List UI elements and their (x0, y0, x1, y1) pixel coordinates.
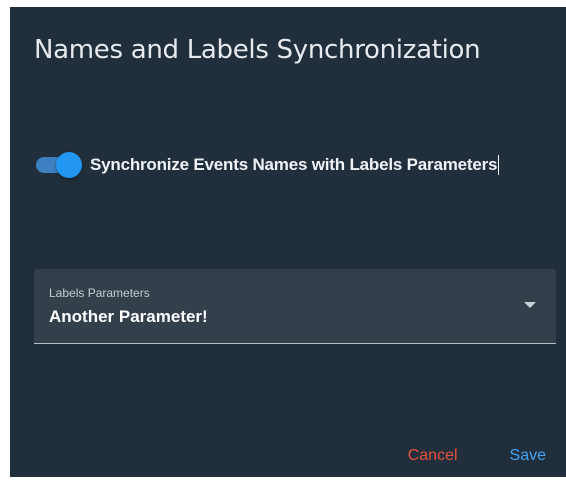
sync-toggle-switch[interactable] (34, 151, 82, 179)
dropdown-arrow-icon[interactable] (524, 302, 536, 308)
labels-parameters-select[interactable]: Labels Parameters Another Parameter! (34, 269, 556, 344)
cancel-button[interactable]: Cancel (408, 447, 458, 465)
sync-toggle-row: Synchronize Events Names with Labels Par… (34, 151, 500, 179)
dialog-actions: Cancel Save (408, 447, 546, 465)
select-value: Another Parameter! (49, 307, 208, 326)
dialog-title: Names and Labels Synchronization (34, 35, 481, 65)
synchronization-dialog: Names and Labels Synchronization Synchro… (10, 7, 566, 477)
save-button[interactable]: Save (510, 447, 546, 465)
sync-toggle-label: Synchronize Events Names with Labels Par… (90, 155, 498, 174)
text-cursor (498, 155, 500, 175)
select-label: Labels Parameters (49, 286, 150, 300)
toggle-thumb (56, 152, 82, 178)
